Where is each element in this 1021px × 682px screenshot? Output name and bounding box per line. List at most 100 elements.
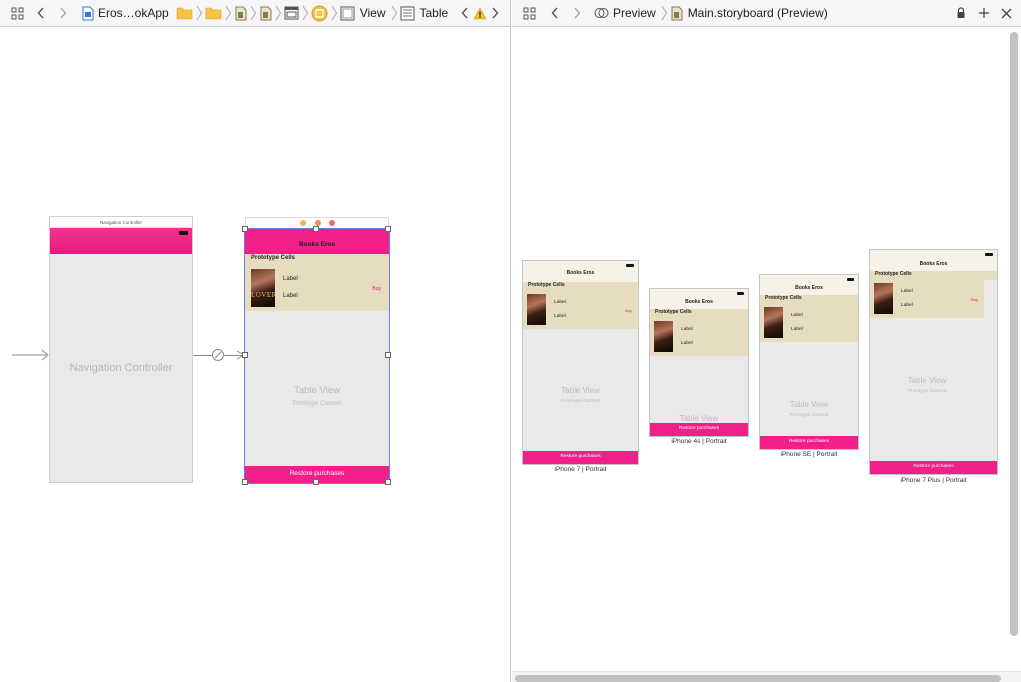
restore-purchases-button[interactable]: Restore purchases [650,423,748,436]
resize-handle[interactable] [242,226,248,232]
related-items-grid-icon[interactable] [518,3,540,23]
breadcrumb-preview[interactable]: Preview [613,6,656,20]
battery-icon [847,278,854,281]
battery-icon [985,253,993,256]
forward-chevron-icon[interactable] [54,3,72,23]
storyboard-editor-pane: Eros…okApp View Table Navigation Control… [0,0,511,682]
cell-subtitle-label: Label [901,303,913,308]
breadcrumb-separator-icon [275,5,281,21]
buy-button[interactable]: Buy [372,286,381,292]
back-chevron-icon[interactable] [32,3,50,23]
battery-icon [179,231,188,235]
breadcrumb-separator-icon [391,5,397,21]
breadcrumb-project[interactable]: Eros…okApp [98,6,169,20]
device-caption-iphone-7[interactable]: iPhone 7 | Portrait [522,466,639,473]
storyboard-file-icon[interactable] [233,3,249,23]
breadcrumb-separator-icon [331,5,337,21]
breadcrumb-view[interactable]: View [360,6,386,20]
folder-icon[interactable] [204,3,224,23]
breadcrumb-separator-icon [225,5,231,21]
status-bar: Books Eros [870,250,997,271]
breadcrumb-separator-icon [196,5,202,21]
device-preview-iphone-se[interactable]: Books Eros Prototype Cells Label Label T… [759,274,859,450]
storyboard-file-icon[interactable] [258,3,274,23]
restore-purchases-button[interactable]: Restore purchases [523,451,638,464]
folder-icon[interactable] [175,3,195,23]
breadcrumb-separator-icon [661,5,667,21]
prototype-cell[interactable]: Label Label [650,318,748,356]
cell-title-label: Label [791,313,803,318]
prototype-cell[interactable]: Label Label Buy [870,280,984,318]
book-cover-image: LOVER [251,269,277,307]
table-view-icon[interactable] [399,3,417,23]
resize-handle[interactable] [385,226,391,232]
status-bar: Books Eros [760,275,858,295]
storyboard-canvas[interactable]: Navigation Controller Navigation Control… [0,28,510,682]
add-editor-plus-icon[interactable] [973,3,995,23]
resize-handle[interactable] [385,479,391,485]
device-preview-iphone-7[interactable]: Books Eros Prototype Cells Label Label B… [522,260,639,465]
cell-subtitle-label: Label [283,293,298,299]
table-view-controller-scene[interactable]: Books Eros Prototype Cells LOVER Label L… [244,228,390,484]
horizontal-scrollbar-track[interactable] [512,671,1021,682]
back-chevron-icon[interactable] [546,3,564,23]
navigation-bar-title: Books Eros [795,285,823,291]
prototype-cells-header: Prototype Cells [870,271,997,280]
close-editor-x-icon[interactable] [995,3,1017,23]
resize-handle[interactable] [242,479,248,485]
previous-issue-chevron-icon[interactable] [458,3,472,23]
view-icon[interactable] [339,3,357,23]
preview-canvas[interactable]: Books Eros Prototype Cells Label Label B… [512,28,1021,682]
left-jump-bar: Eros…okApp View Table [0,0,510,27]
buy-button[interactable]: Buy [971,297,978,302]
book-cover-image [764,307,783,338]
restore-purchases-button[interactable]: Restore purchases [870,461,997,474]
device-caption-iphone-se[interactable]: iPhone SE | Portrait [759,451,859,458]
scene-icon[interactable] [283,3,301,23]
cell-title-label: Label [681,327,693,332]
storyboard-file-icon[interactable] [669,3,685,23]
navigation-bar-title: Books Eros [566,270,595,276]
next-issue-chevron-icon[interactable] [488,3,502,23]
resize-handle[interactable] [313,226,319,232]
horizontal-scrollbar[interactable] [515,675,1001,682]
exit-dock-icon[interactable] [329,220,335,226]
breadcrumb-table[interactable]: Table [420,6,449,20]
relationship-segue-icon[interactable] [211,348,225,362]
prototype-cell[interactable]: Label Label [760,304,858,342]
restore-purchases-button[interactable]: Restore purchases [760,436,858,449]
warning-icon[interactable] [472,3,488,23]
book-cover-image [654,321,673,352]
table-view-placeholder-title: Table View [679,414,719,423]
assistant-mode-icon[interactable] [592,3,610,23]
cell-title-label: Label [283,276,298,282]
device-preview-iphone-4s[interactable]: Books Eros Prototype Cells Label Label T… [649,288,749,437]
navigation-bar-title: Books Eros [685,299,713,305]
view-controller-icon[interactable] [310,3,330,23]
book-cover-image [874,283,893,314]
related-items-grid-icon[interactable] [6,3,28,23]
book-cover-image [527,294,546,325]
prototype-cells-header: Prototype Cells [245,254,389,265]
lock-icon[interactable] [953,3,969,23]
device-preview-iphone-7-plus[interactable]: Books Eros Prototype Cells Label Label B… [869,249,998,475]
project-file-icon[interactable] [80,3,96,23]
buy-button[interactable]: Buy [625,308,632,313]
table-view-placeholder-subtitle: Prototype Content [789,413,829,418]
navigation-bar-title: Books Eros [245,229,389,254]
prototype-cells-header: Prototype Cells [650,309,748,318]
device-caption-iphone-4s[interactable]: iPhone 4s | Portrait [649,438,749,445]
right-jump-bar: Preview Main.storyboard (Preview) [512,0,1021,27]
forward-chevron-icon[interactable] [568,3,586,23]
book-cover-text: LOVER [251,290,277,299]
resize-handle[interactable] [385,352,391,358]
resize-handle[interactable] [242,352,248,358]
navigation-controller-scene[interactable]: Navigation Controller Navigation Control… [49,216,193,483]
vertical-scrollbar[interactable] [1010,32,1018,636]
breadcrumb-storyboard-preview[interactable]: Main.storyboard (Preview) [688,6,828,20]
view-controller-dock-icon[interactable] [300,220,306,226]
prototype-cell[interactable]: LOVER Label Label Buy [245,265,389,311]
resize-handle[interactable] [313,479,319,485]
device-caption-iphone-7-plus[interactable]: iPhone 7 Plus | Portrait [869,477,998,484]
prototype-cell[interactable]: Label Label Buy [523,291,638,329]
